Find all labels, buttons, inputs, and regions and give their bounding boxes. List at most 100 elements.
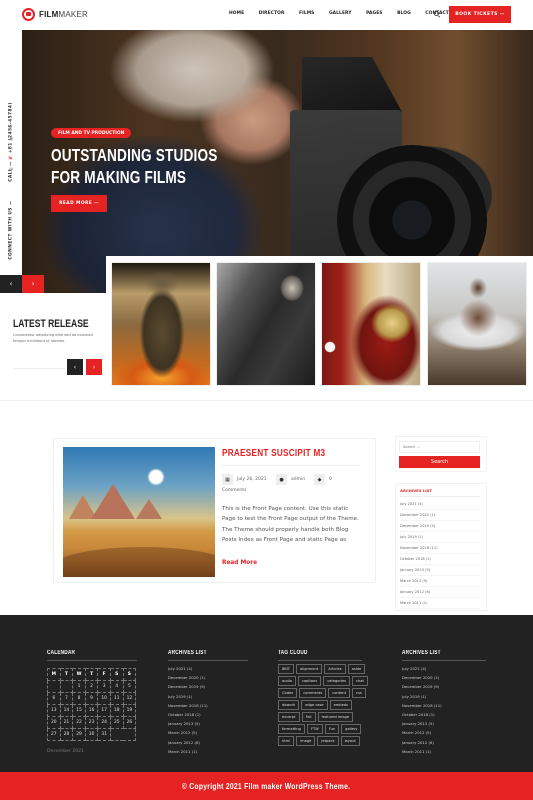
archive-link[interactable]: January 2013 (5) [400,565,480,576]
archive-link[interactable]: July 2019 (1) [402,692,442,701]
nav-films[interactable]: FILMS [299,11,314,16]
archive-link[interactable]: January 2012 (6) [400,587,480,598]
archive-link[interactable]: March 2012 (5) [400,576,480,587]
logo-bold: FILM [39,10,59,19]
archive-link[interactable]: November 2018 (11) [400,543,480,554]
site-logo[interactable]: FILMMAKER [22,8,88,21]
tag-link[interactable]: Fun [324,724,340,734]
tag-link[interactable]: edge case [301,700,328,710]
archive-link[interactable]: October 2018 (1) [168,710,208,719]
tag-link[interactable]: dowork [278,700,300,710]
nav-pages[interactable]: PAGES [366,11,382,16]
archive-link[interactable]: July 2019 (1) [168,692,208,701]
main-nav: HOME DIRECTOR FILMS GALLERY PAGES BLOG C… [229,11,463,16]
hero-slider: FILM AND TV PRODUCTION OUTSTANDING STUDI… [22,30,533,293]
tag-link[interactable]: formatting [278,724,305,734]
archive-link[interactable]: July 2019 (1) [400,532,480,543]
post-thumbnail-pyramids[interactable] [63,447,215,577]
sidebar-search-input[interactable]: Search ... [399,441,480,453]
latest-next-button[interactable]: › [86,359,102,375]
archive-link[interactable]: January 2012 (6) [402,738,442,747]
smoke-figure-poster[interactable] [427,262,527,386]
copyright-text: © Copyright 2021 Film maker WordPress Th… [182,781,351,791]
tag-link[interactable]: gallery [341,724,362,734]
post-date: ▦ July 26, 2021 [222,474,267,485]
calendar-day: 15 [72,704,86,717]
tag-link[interactable]: alignment [296,664,323,674]
facebook-icon[interactable]: f [10,127,12,132]
tag-link[interactable]: audio [278,676,296,686]
nav-director[interactable]: DIRECTOR [259,11,285,16]
tag-link[interactable]: comments [299,688,327,698]
sidebar-search-button[interactable]: Search [399,456,480,468]
archive-link[interactable]: July 2021 (4) [402,664,442,673]
calendar-day: 30 [84,728,99,741]
linkedin-icon[interactable]: in [9,167,13,172]
tag-link[interactable]: categories [323,676,351,686]
tag-link[interactable]: embeds [329,700,352,710]
tag-link[interactable]: aside [347,664,366,674]
tag-link[interactable]: featured image [317,712,354,722]
tag-link[interactable]: excerpt [278,712,300,722]
tag-link[interactable]: html [278,736,295,746]
archive-link[interactable]: December 2019 (9) [400,521,480,532]
nav-gallery[interactable]: GALLERY [329,11,352,16]
calendar-day: 22 [72,716,86,729]
tag-link[interactable]: Articles [324,664,346,674]
instagram-icon[interactable]: ◎ [9,147,13,152]
archive-link[interactable]: December 2020 (1) [400,510,480,521]
post-title[interactable]: PRAESENT SUSCIPIT M3 [222,448,325,459]
tag-link[interactable]: layout [340,736,360,746]
tag-link[interactable]: captions [297,676,322,686]
archive-link[interactable]: January 2013 (5) [402,719,442,728]
tag-link[interactable]: image [296,736,316,746]
archive-link[interactable]: July 2021 (4) [400,499,480,510]
iron-man-poster[interactable] [321,262,421,386]
post-author: ● admin [276,474,305,485]
archive-link[interactable]: December 2019 (9) [402,682,442,691]
archive-link[interactable]: December 2019 (9) [168,682,208,691]
youtube-icon[interactable]: ▣ [9,137,13,142]
archive-link[interactable]: December 2020 (1) [168,673,208,682]
twitter-icon[interactable]: ✦ [9,157,13,162]
tag-link[interactable]: 8BIT [278,664,295,674]
archive-link[interactable]: December 2020 (1) [402,673,442,682]
comments-icon: ◆ [314,474,325,485]
tag-link[interactable]: chat [352,676,368,686]
tag-link[interactable]: Fail [301,712,316,722]
archive-link[interactable]: November 2018 (11) [168,701,208,710]
archive-link[interactable]: October 2018 (1) [400,554,480,565]
nav-home[interactable]: HOME [229,11,244,16]
book-tickets-button[interactable]: BOOK TICKETS — [449,6,511,23]
archive-link[interactable]: March 2012 (5) [168,728,208,737]
archive-link[interactable]: March 2012 (5) [402,728,442,737]
archive-link[interactable]: January 2013 (5) [168,719,208,728]
post-author-text[interactable]: admin [291,477,305,482]
chained-hands-poster[interactable] [216,262,316,386]
tag-link[interactable]: css [351,688,366,698]
post-comments-label[interactable]: Comments [222,488,246,493]
archive-link[interactable]: March 2011 (1) [402,747,442,756]
search-icon[interactable] [434,11,439,16]
archive-link[interactable]: March 2011 (1) [168,747,208,756]
war-soldier-poster[interactable] [111,262,211,386]
latest-prev-button[interactable]: ‹ [67,359,83,375]
post-date-text[interactable]: July 26, 2021 [237,477,267,482]
calendar-day: 25 [109,716,124,729]
tag-link[interactable]: jetpack [317,736,339,746]
social-icons: f ▣ ◎ ✦ in [7,127,15,172]
archive-link[interactable]: October 2018 (1) [402,710,442,719]
post-read-more-link[interactable]: Read More [222,560,257,566]
archive-link[interactable]: November 2018 (11) [402,701,442,710]
post-comments-count[interactable]: 0 [329,477,332,482]
archive-link[interactable]: January 2012 (6) [168,738,208,747]
calendar-day: 20 [47,716,61,729]
latest-release-section: LATEST RELEASE Consectetur adipiscing el… [0,256,533,396]
nav-blog[interactable]: BLOG [397,11,411,16]
archive-link[interactable]: March 2011 (1) [400,598,480,609]
tag-link[interactable]: Codex [278,688,298,698]
tag-link[interactable]: FTW [306,724,323,734]
tag-link[interactable]: content [328,688,350,698]
archive-link[interactable]: July 2021 (4) [168,664,208,673]
hero-read-more-button[interactable]: READ MORE — [51,195,107,212]
